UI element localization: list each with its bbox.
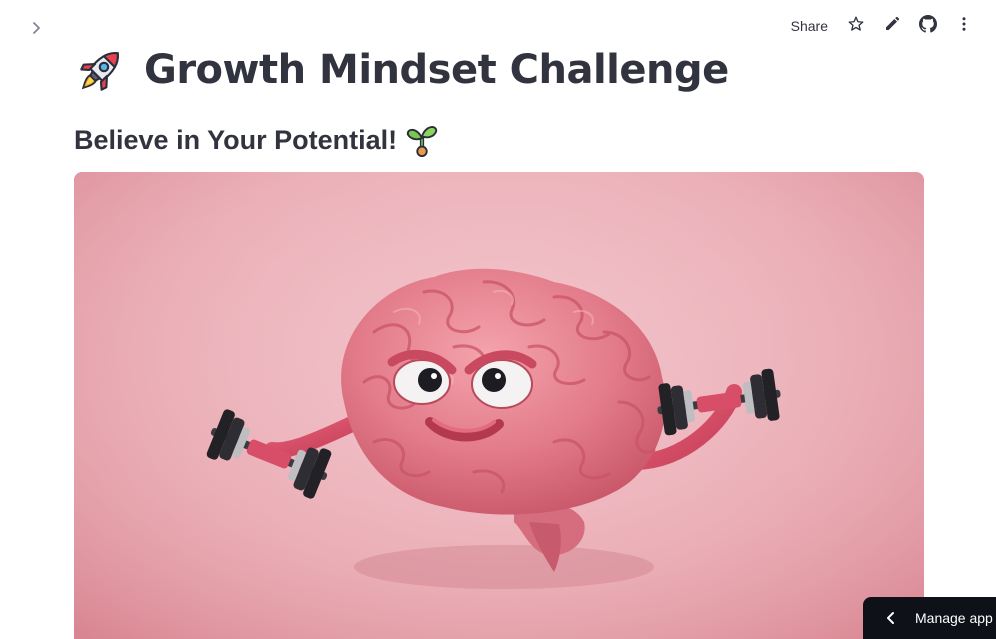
github-icon xyxy=(919,14,937,38)
star-icon xyxy=(847,15,865,38)
rocket-icon xyxy=(74,42,130,98)
share-button[interactable]: Share xyxy=(785,14,838,38)
manage-app-button[interactable]: Manage app xyxy=(863,597,996,639)
manage-app-label: Manage app xyxy=(915,610,993,626)
title-row: Growth Mindset Challenge xyxy=(74,40,729,100)
more-vertical-icon xyxy=(955,15,973,38)
hero-image xyxy=(74,172,924,639)
subtitle-row: Believe in Your Potential! xyxy=(74,120,441,160)
star-button[interactable] xyxy=(838,14,874,38)
pencil-icon xyxy=(884,16,900,37)
page-title: Growth Mindset Challenge xyxy=(144,47,729,93)
top-toolbar: Share xyxy=(785,14,982,38)
sidebar-toggle-button[interactable] xyxy=(24,18,48,42)
seedling-icon xyxy=(405,122,441,158)
app-page: Share Growth Mindset Challenge Believe i… xyxy=(0,0,996,639)
edit-button[interactable] xyxy=(874,14,910,38)
chevron-right-icon xyxy=(29,21,43,40)
brain-dumbbell-illustration xyxy=(74,172,924,639)
main-menu-button[interactable] xyxy=(946,14,982,38)
chevron-left-icon xyxy=(885,610,901,626)
page-subtitle: Believe in Your Potential! xyxy=(74,124,398,155)
github-button[interactable] xyxy=(910,14,946,38)
